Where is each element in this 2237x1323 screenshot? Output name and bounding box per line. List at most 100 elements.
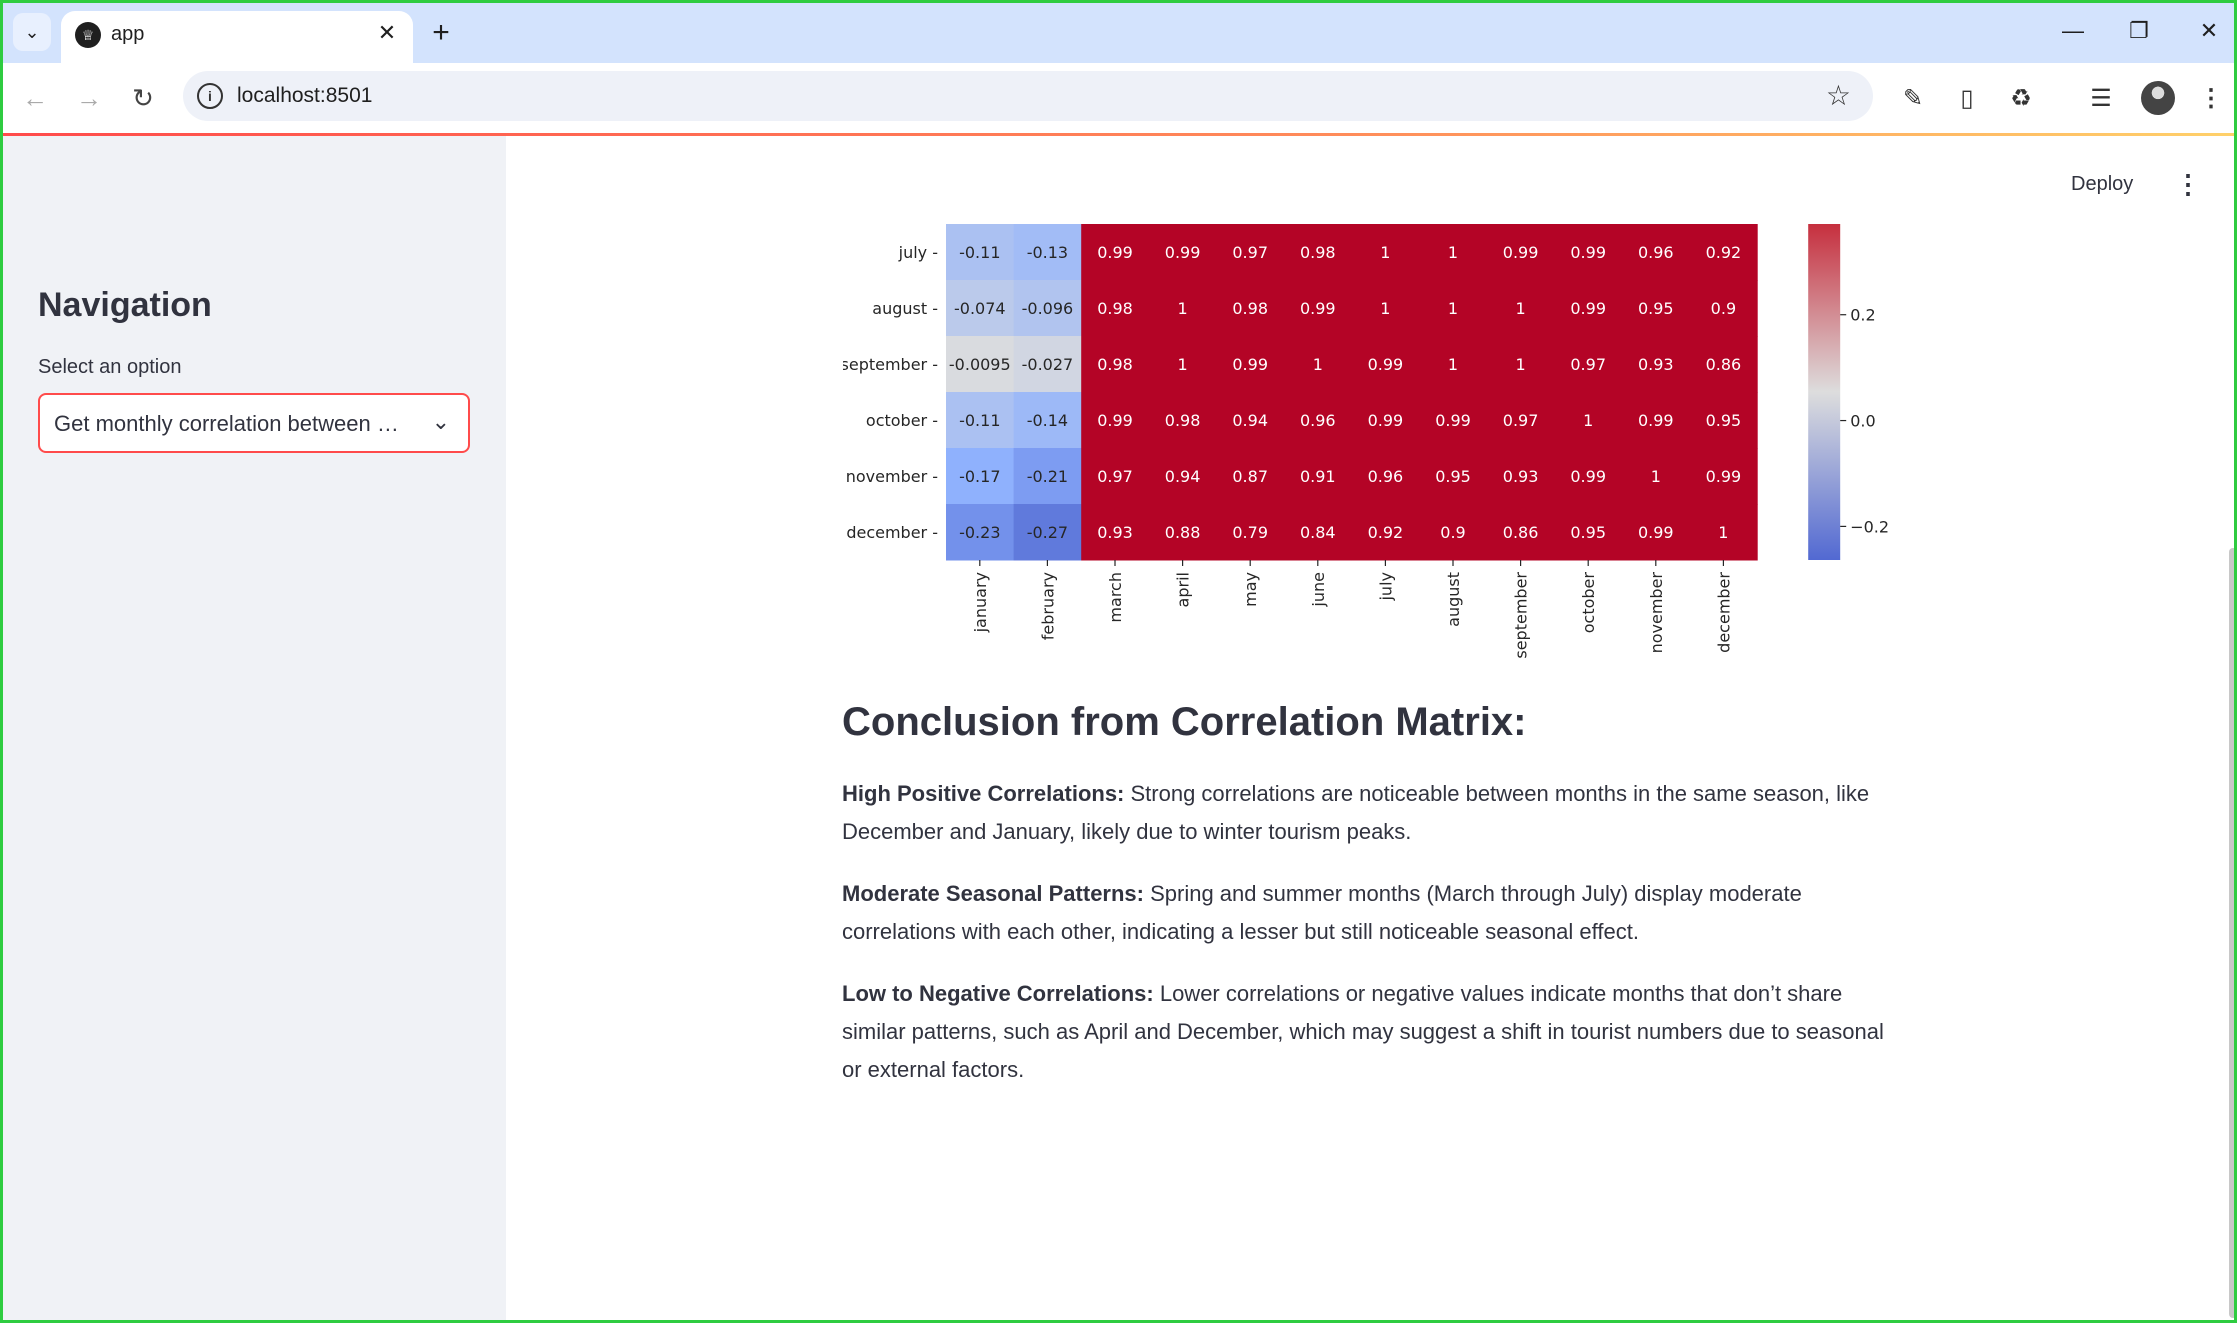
- x-tick-label: august: [1444, 572, 1463, 627]
- cell-value-label: 0.99: [1638, 523, 1674, 542]
- para-label: Moderate Seasonal Patterns:: [842, 881, 1144, 906]
- cell-value-label: 0.96: [1368, 467, 1404, 486]
- clipboard-icon[interactable]: ▯: [1947, 78, 1987, 118]
- x-tick-label: march: [1106, 572, 1125, 623]
- x-tick-label: september: [1512, 572, 1531, 659]
- cell-value-label: 0.99: [1503, 243, 1539, 262]
- scrollbar[interactable]: [2229, 548, 2234, 1318]
- cell-value-label: 1: [1178, 299, 1188, 318]
- cell-value-label: 0.98: [1300, 243, 1336, 262]
- cell-value-label: 0.99: [1368, 355, 1404, 374]
- paragraph-moderate-seasonal: Moderate Seasonal Patterns: Spring and s…: [842, 875, 1902, 951]
- browser-window: ⌄ ♕ app ✕ + — ❐ ✕ ← → ↻ i localhost:8501…: [0, 0, 2237, 1323]
- para-label: High Positive Correlations:: [842, 781, 1125, 806]
- forward-arrow-icon[interactable]: →: [69, 78, 109, 118]
- cell-value-label: 0.96: [1300, 411, 1336, 430]
- reload-icon[interactable]: ↻: [123, 78, 163, 118]
- media-playlist-icon[interactable]: ☰: [2081, 78, 2121, 118]
- bookmark-star-icon[interactable]: ☆: [1826, 79, 1851, 112]
- x-tick-label: december: [1714, 572, 1733, 653]
- deploy-button[interactable]: Deploy: [2071, 173, 2133, 196]
- cell-value-label: 0.99: [1232, 355, 1268, 374]
- sidebar-title: Navigation: [38, 286, 212, 324]
- colorbar-tick-label: −0.2: [1850, 517, 1889, 536]
- cell-value-label: -0.11: [959, 243, 1000, 262]
- minimize-icon[interactable]: —: [2043, 11, 2103, 51]
- cell-value-label: 0.99: [1638, 411, 1674, 430]
- eyedropper-icon[interactable]: ✎: [1893, 78, 1933, 118]
- cell-value-label: 0.99: [1570, 299, 1606, 318]
- x-tick-label: may: [1241, 572, 1260, 607]
- cell-value-label: 0.98: [1232, 299, 1268, 318]
- site-info-icon[interactable]: i: [197, 83, 223, 109]
- cell-value-label: -0.13: [1027, 243, 1068, 262]
- cell-value-label: 0.98: [1097, 299, 1133, 318]
- cell-value-label: 0.92: [1706, 243, 1742, 262]
- y-tick-label: july -: [898, 243, 938, 262]
- y-tick-label: october -: [866, 411, 938, 430]
- cell-value-label: -0.17: [959, 467, 1000, 486]
- y-tick-label: december -: [846, 523, 938, 542]
- option-selectbox[interactable]: Get monthly correlation between months ⌄: [38, 393, 470, 453]
- cell-value-label: 1: [1448, 243, 1458, 262]
- select-label: Select an option: [38, 356, 182, 378]
- chevron-down-icon: ⌄: [431, 409, 450, 434]
- cell-value-label: 0.97: [1097, 467, 1133, 486]
- chevron-down-icon: ⌄: [24, 21, 40, 42]
- address-bar[interactable]: i localhost:8501 ☆: [183, 71, 1873, 121]
- browser-tab[interactable]: ♕ app ✕: [61, 11, 413, 63]
- cell-value-label: 0.95: [1570, 523, 1606, 542]
- cell-value-label: 0.95: [1706, 411, 1742, 430]
- colorbar-tick-label: 0.0: [1850, 412, 1875, 431]
- cell-value-label: 0.99: [1570, 243, 1606, 262]
- cell-value-label: -0.23: [959, 523, 1000, 542]
- cell-value-label: 0.86: [1503, 523, 1539, 542]
- select-value: Get monthly correlation between months: [54, 411, 414, 436]
- cell-value-label: 1: [1718, 523, 1728, 542]
- cell-value-label: -0.0095: [949, 355, 1011, 374]
- cell-value-label: 0.92: [1368, 523, 1404, 542]
- window-close-icon[interactable]: ✕: [2179, 11, 2234, 51]
- tab-title: app: [111, 23, 145, 45]
- cell-value-label: 0.99: [1097, 243, 1133, 262]
- cell-value-label: 0.99: [1570, 467, 1606, 486]
- url-text[interactable]: localhost:8501: [237, 84, 372, 108]
- x-tick-label: february: [1038, 572, 1057, 640]
- tab-search-button[interactable]: ⌄: [13, 13, 51, 51]
- colorbar-tick-label: 0.2: [1850, 306, 1875, 325]
- cell-value-label: -0.27: [1027, 523, 1068, 542]
- streamlit-crown-icon: ♕: [75, 22, 101, 48]
- x-tick-label: july: [1376, 572, 1395, 602]
- cell-value-label: 1: [1516, 299, 1526, 318]
- extensions-puzzle-icon[interactable]: ♻: [2001, 78, 2041, 118]
- restore-icon[interactable]: ❐: [2109, 11, 2169, 51]
- cell-value-label: 0.94: [1232, 411, 1268, 430]
- close-tab-icon[interactable]: ✕: [373, 19, 401, 47]
- main-menu-icon[interactable]: ⋮: [2175, 169, 2201, 200]
- cell-value-label: 0.91: [1300, 467, 1336, 486]
- tab-strip: ⌄ ♕ app ✕ + — ❐ ✕: [3, 3, 2234, 63]
- cell-value-label: 0.79: [1232, 523, 1268, 542]
- browser-menu-icon[interactable]: ⋮: [2191, 78, 2231, 118]
- cell-value-label: 0.99: [1368, 411, 1404, 430]
- conclusion-heading: Conclusion from Correlation Matrix:: [842, 700, 1527, 744]
- y-tick-label: september -: [843, 355, 938, 374]
- new-tab-button[interactable]: +: [423, 15, 459, 51]
- cell-value-label: 1: [1380, 243, 1390, 262]
- back-arrow-icon[interactable]: ←: [15, 78, 55, 118]
- browser-toolbar: ← → ↻ i localhost:8501 ☆ ✎ ▯ ♻ ☰ ⋮: [3, 63, 2234, 135]
- x-tick-label: october: [1579, 572, 1598, 634]
- x-tick-label: april: [1174, 572, 1193, 607]
- cell-value-label: 0.99: [1435, 411, 1471, 430]
- y-tick-label: november -: [846, 467, 938, 486]
- cell-value-label: 0.93: [1503, 467, 1539, 486]
- cell-value-label: 0.99: [1097, 411, 1133, 430]
- cell-value-label: 1: [1178, 355, 1188, 374]
- cell-value-label: -0.21: [1027, 467, 1068, 486]
- x-tick-label: june: [1309, 572, 1328, 608]
- cell-value-label: 0.97: [1232, 243, 1268, 262]
- cell-value-label: -0.096: [1022, 299, 1074, 318]
- para-label: Low to Negative Correlations:: [842, 981, 1154, 1006]
- profile-avatar[interactable]: [2141, 81, 2175, 115]
- cell-value-label: 0.97: [1503, 411, 1539, 430]
